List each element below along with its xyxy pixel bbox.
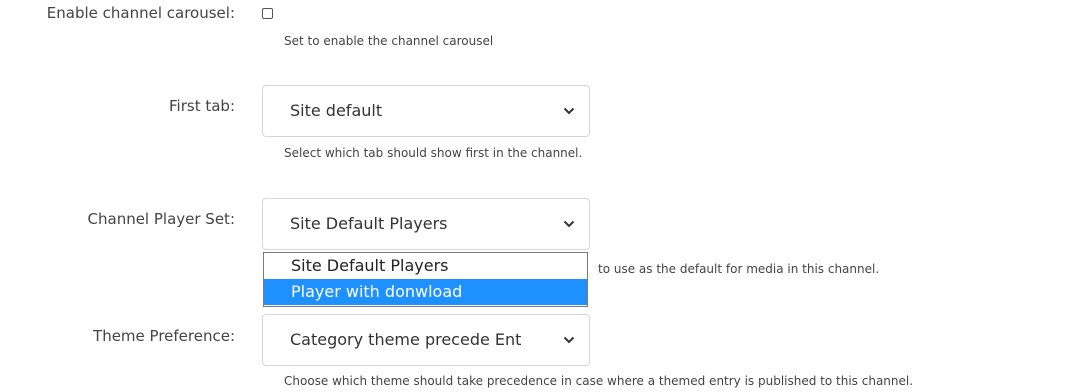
player-set-value: Site Default Players [290, 214, 448, 233]
option-player-with-download[interactable]: Player with donwload [264, 279, 587, 305]
first-tab-label: First tab: [169, 97, 235, 115]
first-tab-value: Site default [290, 101, 383, 120]
player-set-select[interactable]: Site Default Players [262, 198, 590, 250]
theme-value: Category theme precede Ent [290, 330, 522, 349]
player-set-dropdown-list: Site Default Players Player with donwloa… [263, 252, 588, 307]
first-tab-select[interactable]: Site default [262, 85, 590, 137]
carousel-label: Enable channel carousel: [46, 4, 235, 22]
player-set-help: to use as the default for media in this … [598, 262, 880, 276]
chevron-down-icon [563, 107, 575, 115]
theme-select[interactable]: Category theme precede Ent [262, 314, 590, 366]
chevron-down-icon [563, 336, 575, 344]
channel-settings-form: Enable channel carousel: Set to enable t… [0, 0, 1086, 392]
option-site-default-players[interactable]: Site Default Players [264, 253, 587, 279]
chevron-down-icon [563, 220, 575, 228]
carousel-help: Set to enable the channel carousel [284, 34, 494, 48]
theme-help: Choose which theme should take precedenc… [284, 374, 914, 388]
first-tab-help: Select which tab should show first in th… [284, 146, 583, 160]
player-set-label: Channel Player Set: [87, 210, 235, 228]
carousel-checkbox[interactable] [262, 8, 273, 19]
theme-label: Theme Preference: [93, 327, 235, 345]
